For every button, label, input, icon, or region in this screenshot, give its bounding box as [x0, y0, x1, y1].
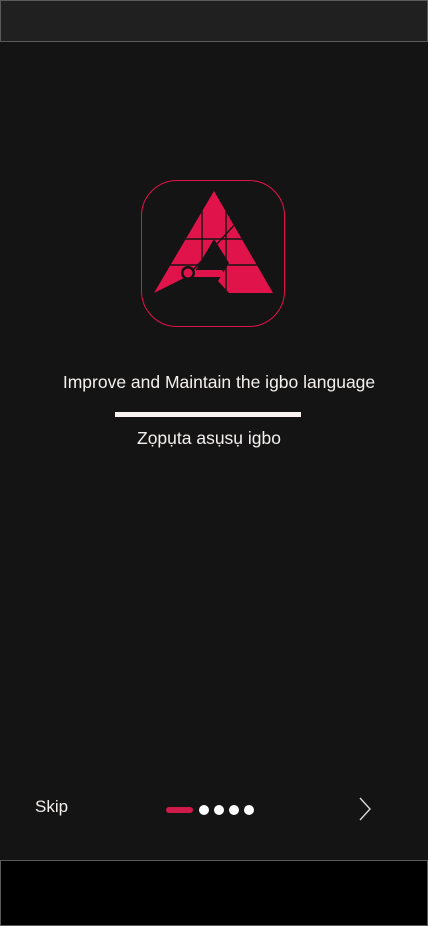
status-bar: [0, 0, 428, 42]
app-logo: [141, 180, 285, 327]
page-dot-active[interactable]: [166, 807, 193, 813]
page-indicator: [166, 804, 259, 816]
skip-button[interactable]: Skip: [35, 797, 68, 817]
page-dot[interactable]: [229, 805, 239, 815]
onboarding-screen: Improve and Maintain the igbo language Z…: [0, 42, 428, 860]
next-button[interactable]: [355, 796, 375, 822]
onboarding-headline: Improve and Maintain the igbo language: [62, 372, 376, 392]
chevron-right-icon: [359, 797, 371, 821]
triangle-a-logo-icon: [154, 191, 273, 293]
divider-bar: [115, 412, 301, 417]
page-dot[interactable]: [214, 805, 224, 815]
onboarding-subline: Zọpụta asụsụ igbo: [137, 428, 281, 448]
page-dot[interactable]: [199, 805, 209, 815]
system-nav-bar: [0, 860, 428, 926]
page-dot[interactable]: [244, 805, 254, 815]
